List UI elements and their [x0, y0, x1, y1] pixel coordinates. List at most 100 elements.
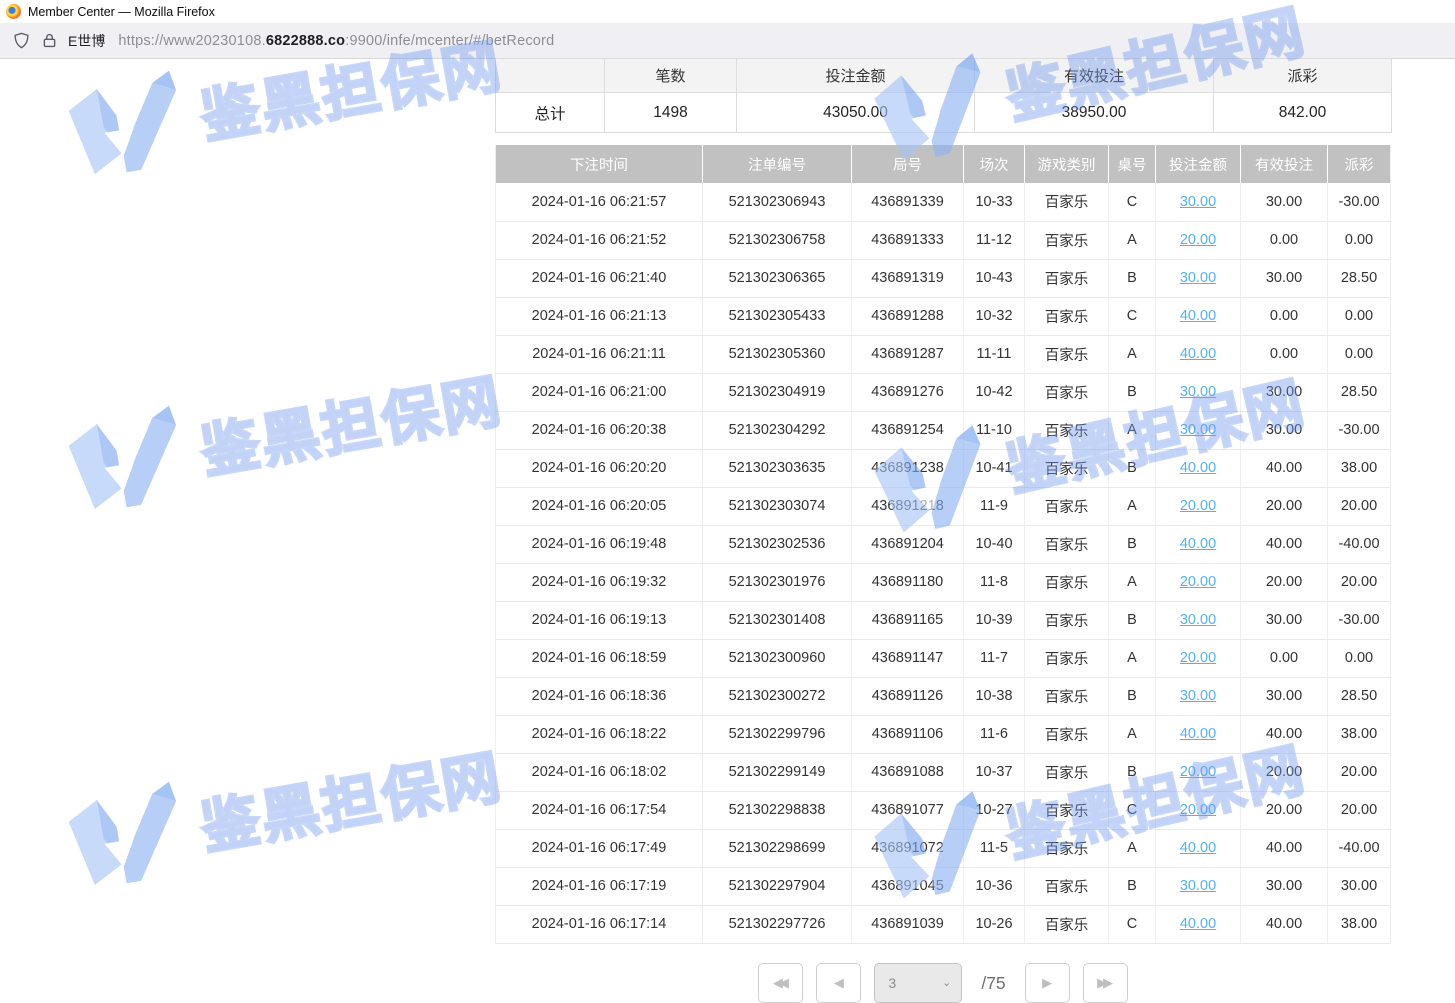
cell-bill-no: 521302304292	[703, 411, 852, 449]
table-row: 2024-01-16 06:20:05521302303074436891218…	[496, 487, 1391, 525]
bet-amount-link[interactable]: 30.00	[1180, 384, 1216, 400]
table-row: 2024-01-16 06:17:54521302298838436891077…	[496, 791, 1391, 829]
cell-game: 百家乐	[1025, 791, 1109, 829]
url-toolbar[interactable]: E世博 https://www20230108.6822888.co:9900/…	[0, 23, 1455, 59]
cell-valid: 40.00	[1241, 905, 1328, 943]
column-header: 下注时间	[496, 145, 703, 183]
pagination-bar: ◀◀ ◀ 3 ⌄ /75 ▶ ▶▶	[495, 963, 1391, 1003]
cell-round-no: 436891276	[852, 373, 964, 411]
bet-amount-link[interactable]: 20.00	[1180, 574, 1216, 590]
cell-time: 2024-01-16 06:21:40	[496, 259, 703, 297]
cell-time: 2024-01-16 06:21:52	[496, 221, 703, 259]
bet-amount-link[interactable]: 30.00	[1180, 270, 1216, 286]
cell-valid: 30.00	[1241, 183, 1328, 221]
cell-table-id: B	[1109, 601, 1156, 639]
cell-table-id: A	[1109, 563, 1156, 601]
cell-round-no: 436891319	[852, 259, 964, 297]
cell-bet: 30.00	[1156, 411, 1241, 449]
cell-payout: 20.00	[1328, 791, 1391, 829]
cell-round-no: 436891218	[852, 487, 964, 525]
window-titlebar: Member Center — Mozilla Firefox	[0, 0, 1455, 23]
table-row: 2024-01-16 06:21:13521302305433436891288…	[496, 297, 1391, 335]
cell-bet: 40.00	[1156, 335, 1241, 373]
cell-time: 2024-01-16 06:17:19	[496, 867, 703, 905]
summary-total-label: 总计	[496, 93, 605, 133]
cell-session: 11-7	[964, 639, 1025, 677]
table-row: 2024-01-16 06:18:22521302299796436891106…	[496, 715, 1391, 753]
bet-amount-link[interactable]: 30.00	[1180, 878, 1216, 894]
cell-session: 10-41	[964, 449, 1025, 487]
last-page-button[interactable]: ▶▶	[1083, 963, 1128, 1003]
bet-amount-link[interactable]: 20.00	[1180, 232, 1216, 248]
page-select[interactable]: 3 ⌄	[874, 963, 962, 1003]
cell-payout: 0.00	[1328, 639, 1391, 677]
cell-bill-no: 521302303635	[703, 449, 852, 487]
table-row: 2024-01-16 06:19:32521302301976436891180…	[496, 563, 1391, 601]
summary-valid-bet-value: 38950.00	[975, 93, 1214, 133]
first-page-button[interactable]: ◀◀	[758, 963, 803, 1003]
table-row: 2024-01-16 06:21:11521302305360436891287…	[496, 335, 1391, 373]
cell-valid: 30.00	[1241, 677, 1328, 715]
bet-amount-link[interactable]: 40.00	[1180, 536, 1216, 552]
cell-round-no: 436891072	[852, 829, 964, 867]
cell-valid: 0.00	[1241, 297, 1328, 335]
bet-amount-link[interactable]: 30.00	[1180, 612, 1216, 628]
cell-payout: 38.00	[1328, 715, 1391, 753]
bet-amount-link[interactable]: 40.00	[1180, 346, 1216, 362]
shield-icon[interactable]	[12, 31, 31, 50]
bet-amount-link[interactable]: 30.00	[1180, 194, 1216, 210]
cell-game: 百家乐	[1025, 715, 1109, 753]
cell-time: 2024-01-16 06:17:54	[496, 791, 703, 829]
bet-amount-link[interactable]: 40.00	[1180, 460, 1216, 476]
cell-round-no: 436891147	[852, 639, 964, 677]
cell-payout: -40.00	[1328, 829, 1391, 867]
cell-valid: 20.00	[1241, 753, 1328, 791]
bet-amount-link[interactable]: 20.00	[1180, 802, 1216, 818]
cell-time: 2024-01-16 06:18:22	[496, 715, 703, 753]
next-page-button[interactable]: ▶	[1025, 963, 1070, 1003]
cell-game: 百家乐	[1025, 867, 1109, 905]
address-url[interactable]: https://www20230108.6822888.co:9900/infe…	[118, 33, 554, 49]
bet-amount-link[interactable]: 40.00	[1180, 308, 1216, 324]
summary-header-bet-amount: 投注金额	[737, 59, 975, 93]
lock-icon[interactable]	[40, 31, 59, 50]
cell-table-id: B	[1109, 753, 1156, 791]
bet-amount-link[interactable]: 40.00	[1180, 916, 1216, 932]
cell-bill-no: 521302300960	[703, 639, 852, 677]
cell-game: 百家乐	[1025, 525, 1109, 563]
summary-header-row: 笔数 投注金额 有效投注 派彩	[496, 59, 1392, 93]
cell-time: 2024-01-16 06:18:59	[496, 639, 703, 677]
cell-session: 10-26	[964, 905, 1025, 943]
cell-time: 2024-01-16 06:21:11	[496, 335, 703, 373]
table-row: 2024-01-16 06:18:59521302300960436891147…	[496, 639, 1391, 677]
cell-payout: 28.50	[1328, 677, 1391, 715]
cell-table-id: B	[1109, 449, 1156, 487]
cell-bill-no: 521302304919	[703, 373, 852, 411]
table-row: 2024-01-16 06:21:52521302306758436891333…	[496, 221, 1391, 259]
cell-bill-no: 521302305433	[703, 297, 852, 335]
cell-payout: 20.00	[1328, 487, 1391, 525]
column-header: 投注金额	[1156, 145, 1241, 183]
cell-bet: 20.00	[1156, 639, 1241, 677]
prev-page-button[interactable]: ◀	[816, 963, 861, 1003]
cell-table-id: B	[1109, 867, 1156, 905]
cell-game: 百家乐	[1025, 259, 1109, 297]
cell-valid: 40.00	[1241, 449, 1328, 487]
cell-table-id: A	[1109, 639, 1156, 677]
bet-amount-link[interactable]: 20.00	[1180, 498, 1216, 514]
table-row: 2024-01-16 06:21:40521302306365436891319…	[496, 259, 1391, 297]
cell-bet: 20.00	[1156, 753, 1241, 791]
bet-amount-link[interactable]: 30.00	[1180, 422, 1216, 438]
bet-amount-link[interactable]: 20.00	[1180, 764, 1216, 780]
cell-game: 百家乐	[1025, 373, 1109, 411]
cell-table-id: C	[1109, 297, 1156, 335]
cell-bill-no: 521302302536	[703, 525, 852, 563]
bet-amount-link[interactable]: 20.00	[1180, 650, 1216, 666]
cell-bet: 20.00	[1156, 221, 1241, 259]
cell-round-no: 436891077	[852, 791, 964, 829]
bet-table-body: 2024-01-16 06:21:57521302306943436891339…	[496, 183, 1391, 943]
bet-amount-link[interactable]: 40.00	[1180, 840, 1216, 856]
cell-payout: -30.00	[1328, 183, 1391, 221]
bet-amount-link[interactable]: 40.00	[1180, 726, 1216, 742]
bet-amount-link[interactable]: 30.00	[1180, 688, 1216, 704]
